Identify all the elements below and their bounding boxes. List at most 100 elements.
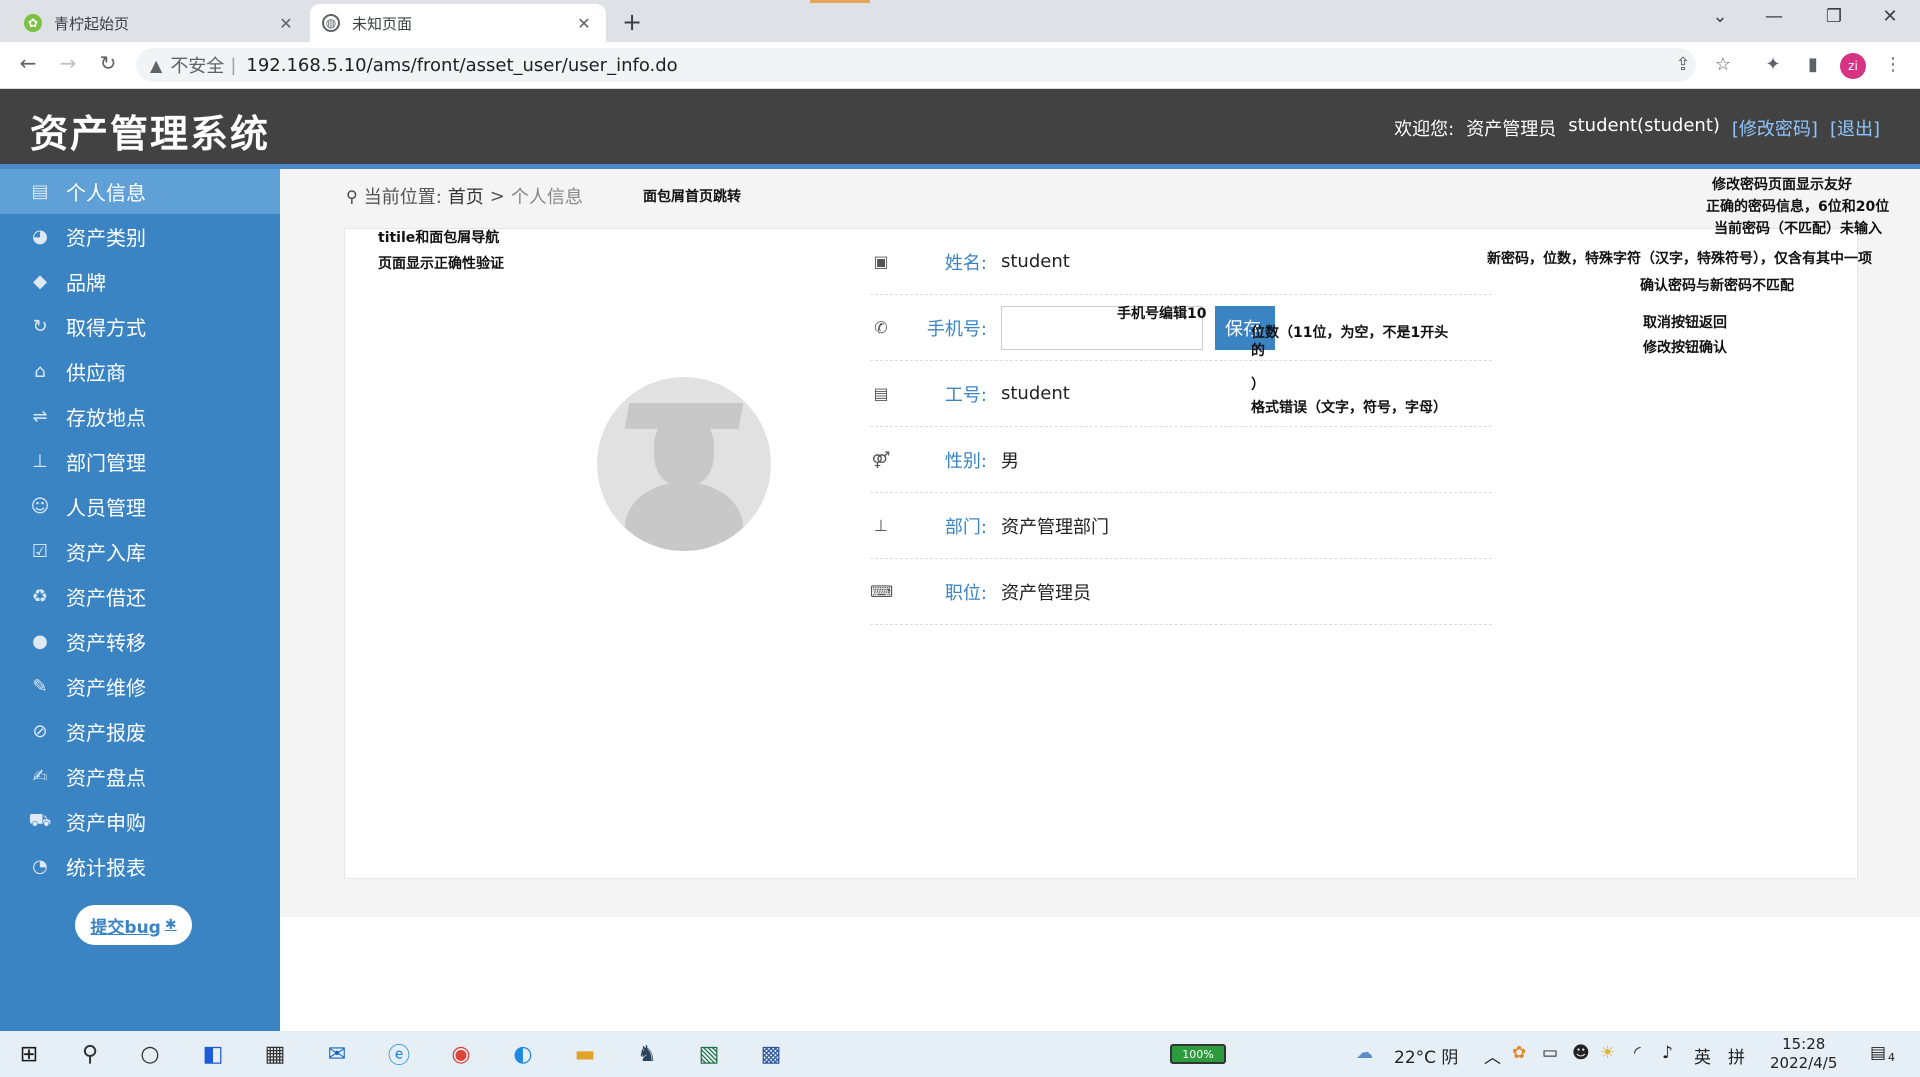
sidebar-item[interactable]: ☺ 人员管理 (0, 484, 280, 529)
map-pin-icon: ⚲ (346, 186, 358, 206)
sidebar-item-label: 统计报表 (66, 856, 146, 880)
qq-icon[interactable]: ☻ (1572, 1043, 1590, 1063)
cloud-icon: ☁ (1356, 1043, 1373, 1063)
position-value: 资产管理员 (1001, 582, 1091, 604)
word-icon[interactable]: ▩ (756, 1040, 786, 1068)
sidebar-item[interactable]: ♻ 资产借还 (0, 574, 280, 619)
avatar (597, 377, 771, 551)
new-tab-button[interactable]: + (622, 8, 642, 36)
battery-tray-icon[interactable]: ▭ (1542, 1043, 1558, 1063)
submit-bug-button[interactable]: 提交bug ✱ (75, 905, 192, 945)
sidebar-item-label: 存放地点 (66, 406, 146, 430)
notification-icon[interactable]: ▤ (1870, 1043, 1886, 1063)
breadcrumb-home-link[interactable]: 首页 (448, 183, 484, 209)
restore-icon[interactable]: ❐ (1814, 6, 1854, 27)
sidebar-item[interactable]: ▤ 个人信息 (0, 169, 280, 214)
menu-icon[interactable]: ⋮ (1880, 54, 1906, 75)
clock[interactable]: 15:28 2022/4/5 (1770, 1035, 1837, 1073)
user-role: 资产管理员 (1466, 119, 1557, 140)
sidebar-item[interactable]: ⊥ 部门管理 (0, 439, 280, 484)
windows-start-icon[interactable]: ⊞ (14, 1040, 44, 1068)
user-name: student(student) (1568, 115, 1720, 136)
url-field[interactable]: ▲ 不安全 | 192.168.5.10/ams/front/asset_use… (136, 48, 1696, 82)
sidebar-item[interactable]: ◕ 资产类别 (0, 214, 280, 259)
clock-date: 2022/4/5 (1770, 1054, 1838, 1072)
position-label: 职位: (944, 582, 987, 604)
sidebar-item[interactable]: ⇌ 存放地点 (0, 394, 280, 439)
sidebar-item-label: 资产盘点 (66, 766, 146, 790)
tab-start-page[interactable]: ✿ 青柠起始页 ✕ (12, 4, 308, 42)
close-window-icon[interactable]: ✕ (1870, 6, 1910, 27)
store-icon[interactable]: ▦ (260, 1040, 290, 1068)
tab-current[interactable]: ◍ 未知页面 ✕ (310, 4, 606, 42)
minimize-icon[interactable]: — (1754, 6, 1794, 27)
folder-icon[interactable]: ▬ (570, 1040, 600, 1068)
breadcrumb: ⚲ 当前位置: 首页 > 个人信息 (346, 183, 583, 209)
side-panel-icon[interactable]: ▮ (1800, 54, 1826, 75)
search-icon[interactable]: ⚲ (75, 1040, 105, 1068)
sidebar-item[interactable]: ● 资产转移 (0, 619, 280, 664)
name-value: student (1001, 251, 1070, 272)
change-password-link[interactable]: [修改密码] (1732, 115, 1818, 141)
user-icon: ● (32, 631, 48, 652)
battery-indicator[interactable]: 100% (1170, 1044, 1226, 1064)
reload-icon[interactable]: ↻ (94, 51, 122, 75)
avatar-body-shape (625, 482, 743, 551)
job-no-value: student (1001, 383, 1070, 404)
ime-mode[interactable]: 拼 (1728, 1043, 1745, 1068)
sidebar-item[interactable]: ◆ 品牌 (0, 259, 280, 304)
cat-app-icon[interactable]: ♞ (632, 1040, 662, 1068)
sidebar-item-label: 资产入库 (66, 541, 146, 565)
url-separator: | (230, 54, 237, 76)
sidebar-item[interactable]: ✎ 资产维修 (0, 664, 280, 709)
contact-card-icon: ▣ (873, 252, 889, 271)
annotation-pwd-7: 修改按钮确认 (1643, 340, 1727, 356)
ban-icon: ⊘ (32, 721, 48, 742)
logout-link[interactable]: [退出] (1830, 115, 1880, 141)
signpost-icon: ⇌ (32, 406, 48, 427)
ie-browser-icon[interactable]: ⓔ (384, 1040, 414, 1069)
name-label: 姓名: (944, 252, 987, 274)
sitemap-icon: ⊥ (874, 516, 888, 535)
chevron-up-icon[interactable]: ︿ (1484, 1043, 1501, 1068)
sidebar-item-label: 资产借还 (66, 586, 146, 610)
sidebar-item[interactable]: ☑ 资产入库 (0, 529, 280, 574)
tray-app-icon[interactable]: ✿ (1512, 1043, 1526, 1063)
wifi-icon[interactable]: ◜ (1634, 1043, 1641, 1063)
share-icon[interactable]: ⇪ (1670, 54, 1696, 75)
warning-icon: ▲ (150, 55, 163, 75)
weather-text[interactable]: 22°C 阴 (1394, 1043, 1458, 1068)
chrome-icon[interactable]: ◉ (446, 1040, 476, 1068)
weather-tray-icon[interactable]: ☀ (1600, 1043, 1615, 1063)
annotation-pwd-3: 当前密码（不匹配）未输入 (1714, 221, 1882, 237)
extensions-icon[interactable]: ✦ (1760, 54, 1786, 75)
mail-icon[interactable]: ✉ (322, 1040, 352, 1068)
annotation-title-nav-2: 页面显示正确性验证 (378, 256, 504, 272)
tab-search-icon[interactable]: ⌄ (1700, 6, 1740, 27)
submit-bug-label: 提交bug (90, 917, 161, 938)
sidebar-item[interactable]: ✍ 资产盘点 (0, 754, 280, 799)
excel-icon[interactable]: ▧ (694, 1040, 724, 1068)
profile-avatar[interactable]: zi (1840, 53, 1866, 79)
edge-icon[interactable]: ◐ (508, 1040, 538, 1068)
cortana-icon[interactable]: ○ (135, 1040, 165, 1068)
volume-icon[interactable]: ♪ (1662, 1043, 1673, 1063)
sidebar-item[interactable]: ⊘ 资产报废 (0, 709, 280, 754)
bookmark-star-icon[interactable]: ☆ (1710, 54, 1736, 75)
cart-icon: ⛟ (28, 809, 52, 831)
back-icon[interactable]: ← (14, 51, 42, 75)
ime-language[interactable]: 英 (1694, 1043, 1711, 1068)
sidebar-item[interactable]: ⌂ 供应商 (0, 349, 280, 394)
close-tab-icon[interactable]: ✕ (276, 14, 296, 33)
close-tab-icon[interactable]: ✕ (574, 14, 594, 33)
sidebar-item[interactable]: ⛟ 资产申购 (0, 799, 280, 844)
sidebar-item[interactable]: ◔ 统计报表 (0, 844, 280, 889)
annotation-pwd-4: 新密码，位数，特殊字符（汉字，特殊符号），仅含有其中一项 (1487, 251, 1872, 267)
pie-chart-icon: ◔ (32, 856, 48, 877)
tab-indicator (810, 0, 870, 3)
sidebar-item[interactable]: ↻ 取得方式 (0, 304, 280, 349)
taskbar: ⊞ ⚲ ○ ◧ ▦ ✉ ⓔ ◉ ◐ ▬ ♞ ▧ ▩ 100% ☁ 22°C 阴 … (0, 1031, 1920, 1077)
forward-icon[interactable]: → (54, 51, 82, 75)
app-blue-icon[interactable]: ◧ (198, 1040, 228, 1068)
wrench-icon: ✎ (32, 676, 48, 697)
